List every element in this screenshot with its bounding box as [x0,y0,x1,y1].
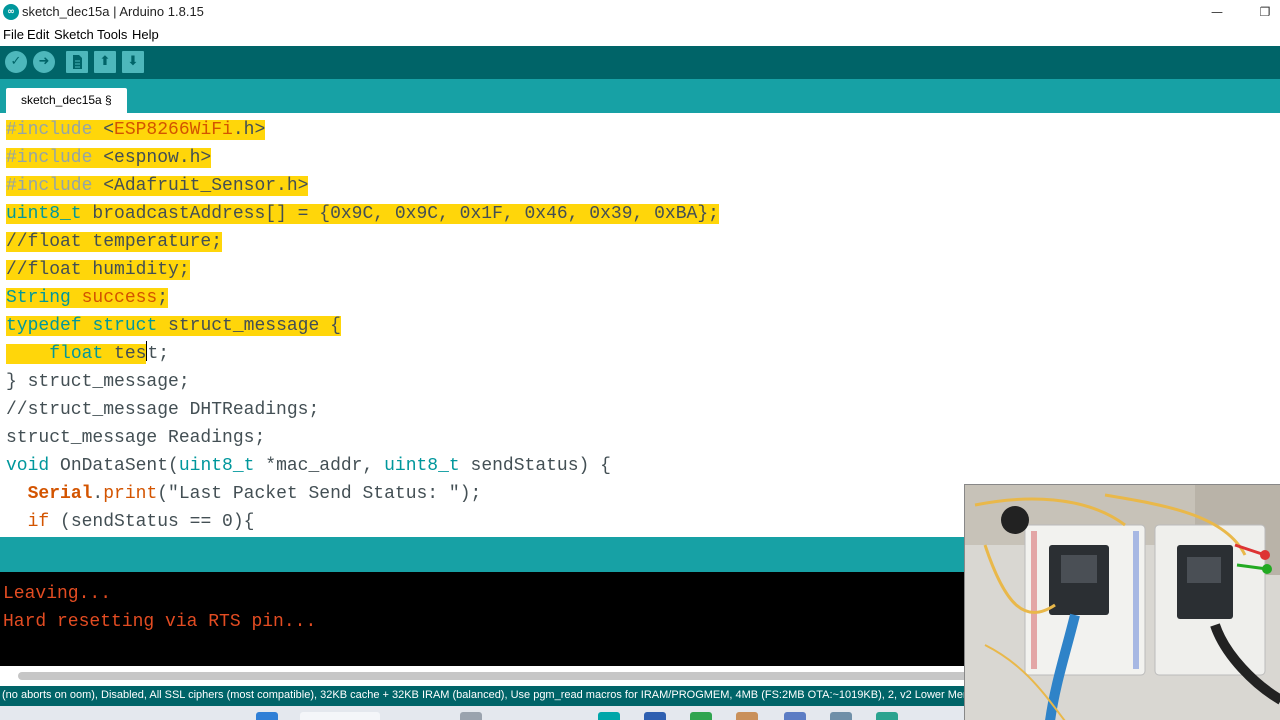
taskbar-icon[interactable] [598,712,620,720]
code-line-8: typedef struct struct_message { [6,316,341,336]
menu-bar: File Edit Sketch Tools Help [0,24,1280,46]
code-line-9: float test; [6,340,169,368]
breadboard-photo-illustration [965,485,1280,720]
tab-sketch[interactable]: sketch_dec15a § [6,88,127,113]
arrow-up-icon: ⬆ [99,54,111,69]
code-line-7: String success; [6,288,169,308]
menu-help[interactable]: Help [132,27,159,42]
toolbar: ✓ ➜ ⬆ ⬇ [0,46,1280,79]
arrow-right-icon: ➜ [38,54,50,69]
webcam-overlay [964,484,1280,720]
console-line-2: Hard resetting via RTS pin... [3,612,317,632]
verify-button[interactable]: ✓ [5,51,27,73]
code-line-6: //float humidity; [6,260,190,280]
minimize-button[interactable]: — [1194,0,1240,24]
taskbar-search-box[interactable] [300,712,380,720]
code-line-2: #include <espnow.h> [6,148,212,168]
taskbar-icon[interactable] [256,712,278,720]
taskbar-icon[interactable] [736,712,758,720]
open-button[interactable]: ⬆ [94,51,116,73]
save-button[interactable]: ⬇ [122,51,144,73]
title-bar: ∞ sketch_dec15a | Arduino 1.8.15 — ❐ [0,0,1280,24]
board-config-text: (no aborts on oom), Disabled, All SSL ci… [2,689,1036,701]
window-title: sketch_dec15a | Arduino 1.8.15 [22,4,204,19]
new-file-icon [73,55,82,69]
new-sketch-button[interactable] [66,51,88,73]
code-line-4: uint8_t broadcastAddress[] = {0x9C, 0x9C… [6,204,719,224]
menu-tools[interactable]: Tools [97,27,127,42]
check-icon: ✓ [10,54,22,69]
code-line-11: //struct_message DHTReadings; [6,400,320,420]
code-editor[interactable]: #include <ESP8266WiFi.h> #include <espno… [0,113,1280,537]
code-line-10: } struct_message; [6,372,190,392]
menu-edit[interactable]: Edit [27,27,49,42]
menu-sketch[interactable]: Sketch [54,27,94,42]
maximize-button[interactable]: ❐ [1242,0,1280,24]
taskbar-icon[interactable] [690,712,712,720]
taskbar-icon[interactable] [460,712,482,720]
code-line-1: #include <ESP8266WiFi.h> [6,120,266,140]
code-line-13: void OnDataSent(uint8_t *mac_addr, uint8… [6,456,611,476]
arduino-logo-icon: ∞ [3,4,19,20]
taskbar-icon[interactable] [784,712,806,720]
menu-file[interactable]: File [3,27,24,42]
code-line-14: Serial.print("Last Packet Send Status: "… [27,484,482,504]
taskbar-icon[interactable] [876,712,898,720]
upload-button[interactable]: ➜ [33,51,55,73]
code-line-5: //float temperature; [6,232,223,252]
taskbar-icon[interactable] [644,712,666,720]
code-line-15: if (sendStatus == 0){ [27,512,255,532]
console-line-1: Leaving... [3,584,112,604]
arrow-down-icon: ⬇ [127,54,139,69]
tab-bar: sketch_dec15a § [0,79,1280,113]
code-line-3: #include <Adafruit_Sensor.h> [6,176,309,196]
taskbar-icon[interactable] [830,712,852,720]
code-line-12: struct_message Readings; [6,428,266,448]
